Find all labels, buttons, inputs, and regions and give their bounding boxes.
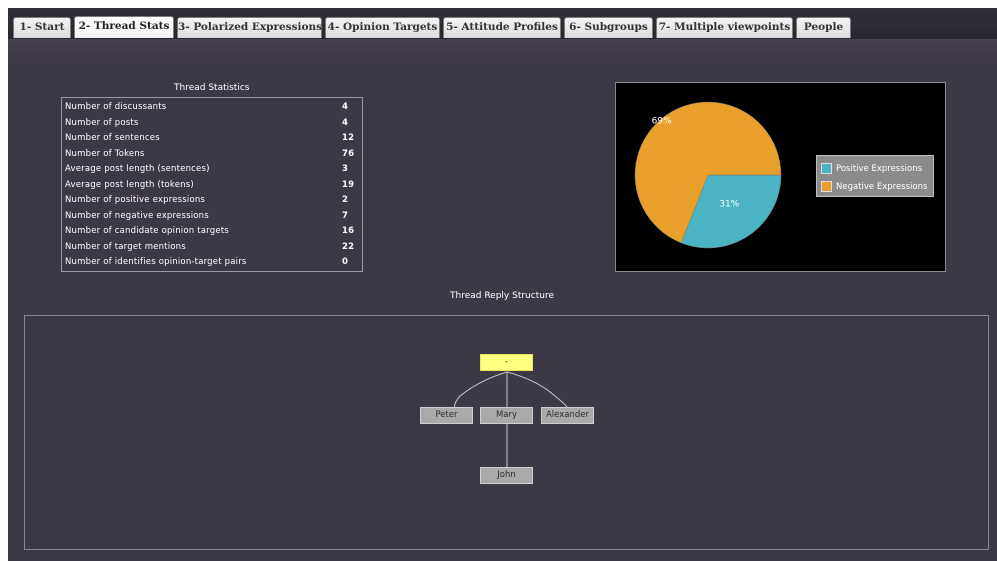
stats-row-value: 16 [342,226,355,236]
stats-row-label: Average post length (tokens) [65,179,194,190]
stats-row: Number of discussants 4 [62,100,362,115]
tree-node-alexander[interactable]: Alexander [541,407,594,424]
legend-swatch-negative [821,181,832,192]
stats-row-value: 22 [342,241,355,252]
pie-label-positive: 31% [719,199,739,209]
tree-node-mary[interactable]: Mary [480,407,533,424]
stats-row-label: Number of target mentions [65,241,186,252]
tab-start[interactable]: 1- Start [13,17,71,38]
stats-row-label: Number of Tokens [65,148,145,159]
legend-label-negative: Negative Expressions [836,182,928,192]
tab-subgroups[interactable]: 6- Subgroups [564,17,653,38]
stats-row-label: Number of negative expressions [65,210,209,221]
tree-connectors [454,371,569,468]
pie-legend: Positive Expressions Negative Expression… [816,155,934,197]
stats-row-value: 2 [342,195,349,205]
stats-row-label: Number of sentences [65,133,160,143]
stats-row: Number of Tokens 76 [62,147,362,162]
legend-label-positive: Positive Expressions [836,164,923,174]
stats-title: Thread Statistics [174,83,250,93]
tab-bar: 1- Start 2- Thread Stats 3- Polarized Ex… [8,8,997,39]
reply-structure-title: Thread Reply Structure [450,291,554,301]
stats-row-label: Average post length (sentences) [65,164,210,174]
stats-row: Number of sentences 12 [62,131,362,146]
thread-reply-structure-panel: - Peter Mary Alexander John [24,315,989,550]
legend-swatch-positive [821,163,832,174]
tab-polarized-expressions[interactable]: 3- Polarized Expressions [177,17,322,38]
stats-row: Number of identifies opinion-target pair… [62,255,362,270]
tab-people[interactable]: People [796,17,851,38]
stats-row-label: Number of identifies opinion-target pair… [65,257,247,267]
stats-row-value: 0 [342,257,349,267]
stats-row-value: 4 [342,102,349,112]
thread-statistics-table: Number of discussants 4 Number of posts … [61,97,363,272]
stats-row-label: Number of positive expressions [65,195,206,205]
stats-row-value: 7 [342,210,349,221]
stats-row-value: 4 [342,117,349,128]
tree-node-root[interactable]: - [480,354,533,371]
stats-row: Number of positive expressions 2 [62,193,362,208]
stats-row-value: 19 [342,179,355,190]
tree-node-john[interactable]: John [480,467,533,484]
edge-root-alexander [506,371,569,409]
stats-row-label: Number of discussants [65,102,167,112]
edge-root-peter [454,371,508,409]
tab-multiple-viewpoints[interactable]: 7- Multiple viewpoints [656,17,793,38]
stats-row: Average post length (sentences) 3 [62,162,362,177]
stats-row-label: Number of posts [65,117,139,128]
stats-row: Average post length (tokens) 19 [62,178,362,193]
pie-label-negative: 69% [652,117,672,127]
app-window: 1- Start 2- Thread Stats 3- Polarized Ex… [8,8,997,561]
expressions-pie-chart: 31% 69% Positive Expressions Negative Exp… [615,82,946,272]
tab-attitude-profiles[interactable]: 5- Attitude Profiles [443,17,561,38]
stats-row: Number of candidate opinion targets 16 [62,224,362,239]
stats-row: Number of negative expressions 7 [62,209,362,224]
tab-opinion-targets[interactable]: 4- Opinion Targets [325,17,440,38]
stats-row-value: 3 [342,164,349,174]
tree-node-peter[interactable]: Peter [420,407,473,424]
stats-row-label: Number of candidate opinion targets [65,226,229,236]
legend-item-positive: Positive Expressions [820,162,932,176]
stats-row-value: 12 [342,133,355,143]
stats-row: Number of posts 4 [62,116,362,131]
stats-row-value: 76 [342,148,355,159]
tab-thread-stats[interactable]: 2- Thread Stats [74,16,174,38]
legend-item-negative: Negative Expressions [820,180,932,194]
stats-row: Number of target mentions 22 [62,240,362,255]
header-band [8,39,997,61]
